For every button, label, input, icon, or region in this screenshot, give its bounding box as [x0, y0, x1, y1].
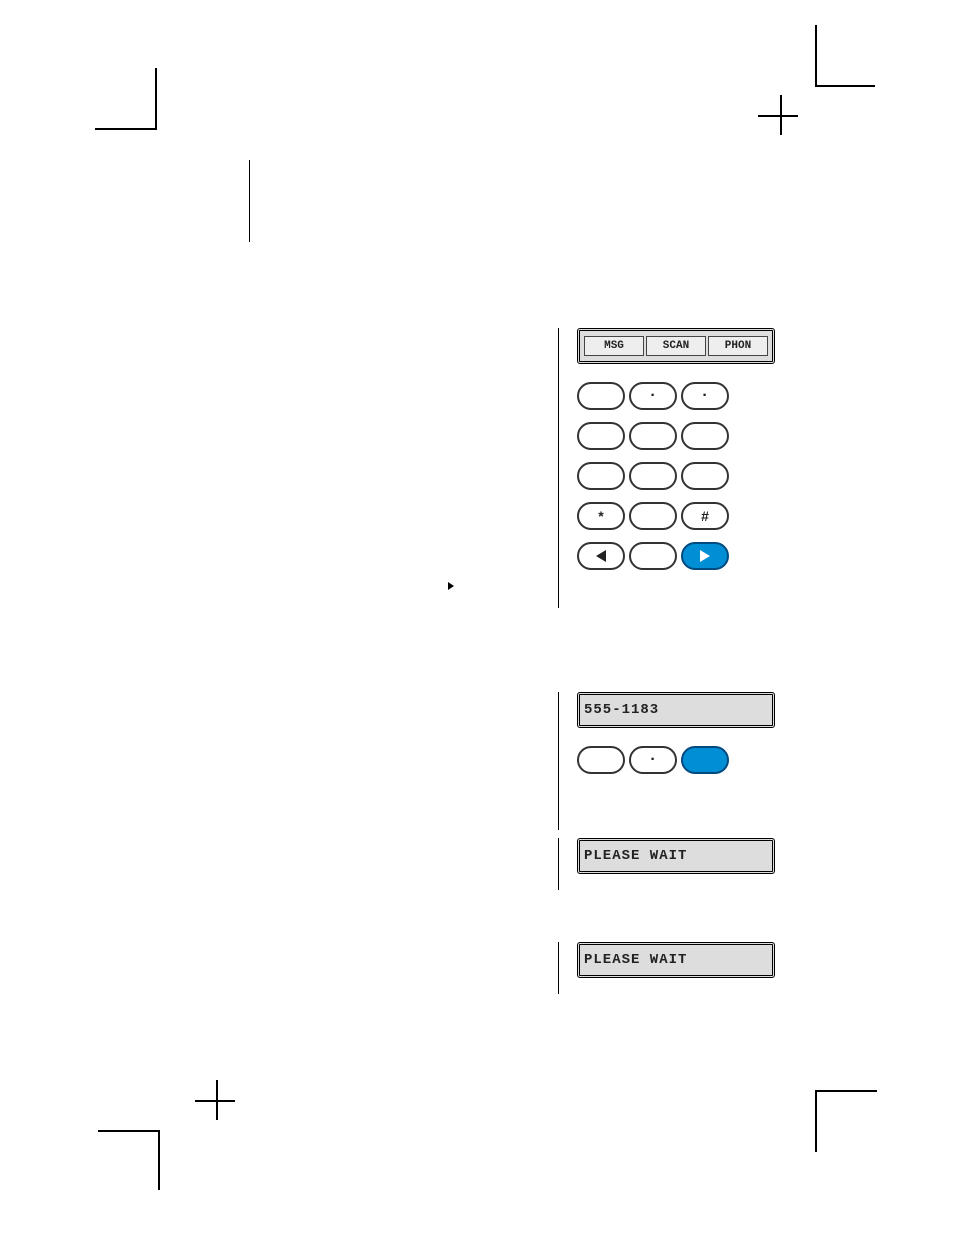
step-figure-wait-1: PLEASE WAIT — [558, 838, 775, 890]
crop-mark-cross-bottom — [195, 1100, 235, 1102]
triangle-left-icon — [596, 550, 606, 562]
crop-mark-bottom-right — [815, 1090, 877, 1152]
crop-mark-bottom-left — [158, 1130, 160, 1190]
lcd-tab-phon: PHON — [708, 336, 768, 356]
crop-mark-top-right — [815, 85, 875, 87]
step-figure-keypad: MSG SCAN PHON * # — [558, 328, 775, 608]
keypad-key-right[interactable] — [681, 542, 729, 570]
triangle-right-icon — [700, 550, 710, 562]
crop-mark-cross-top — [758, 115, 798, 117]
keypad-key-8[interactable] — [629, 462, 677, 490]
keypad: * # — [577, 382, 775, 572]
crop-mark-bottom-left — [98, 1130, 158, 1132]
crop-mark-top-left — [95, 68, 157, 130]
keypad-key-left[interactable] — [577, 542, 625, 570]
lcd-display-wait: PLEASE WAIT — [577, 838, 775, 874]
keypad-key-star[interactable]: * — [577, 502, 625, 530]
keypad-key-2[interactable] — [629, 746, 677, 774]
keypad-key-0[interactable] — [629, 502, 677, 530]
step-figure-number-entry: 555-1183 — [558, 692, 775, 830]
keypad-key-4[interactable] — [577, 422, 625, 450]
lcd-tab-msg: MSG — [584, 336, 644, 356]
keypad-key-6[interactable] — [681, 422, 729, 450]
keypad-key-hash[interactable]: # — [681, 502, 729, 530]
lcd-display-wait: PLEASE WAIT — [577, 942, 775, 978]
keypad-key-center[interactable] — [629, 542, 677, 570]
keypad-key-5[interactable] — [629, 422, 677, 450]
keypad-key-1[interactable] — [577, 746, 625, 774]
lcd-tab-scan: SCAN — [646, 336, 706, 356]
lcd-display-tabs: MSG SCAN PHON — [577, 328, 775, 364]
keypad-key-2[interactable] — [629, 382, 677, 410]
step-figure-wait-2: PLEASE WAIT — [558, 942, 775, 994]
lcd-display-number: 555-1183 — [577, 692, 775, 728]
crop-mark-top-right — [815, 25, 817, 85]
keypad-key-9[interactable] — [681, 462, 729, 490]
keypad-key-3[interactable] — [681, 746, 729, 774]
play-icon — [448, 582, 454, 590]
keypad-row — [577, 746, 775, 774]
keypad-key-1[interactable] — [577, 382, 625, 410]
keypad-key-3[interactable] — [681, 382, 729, 410]
page-guide-line — [249, 160, 250, 242]
keypad-key-7[interactable] — [577, 462, 625, 490]
